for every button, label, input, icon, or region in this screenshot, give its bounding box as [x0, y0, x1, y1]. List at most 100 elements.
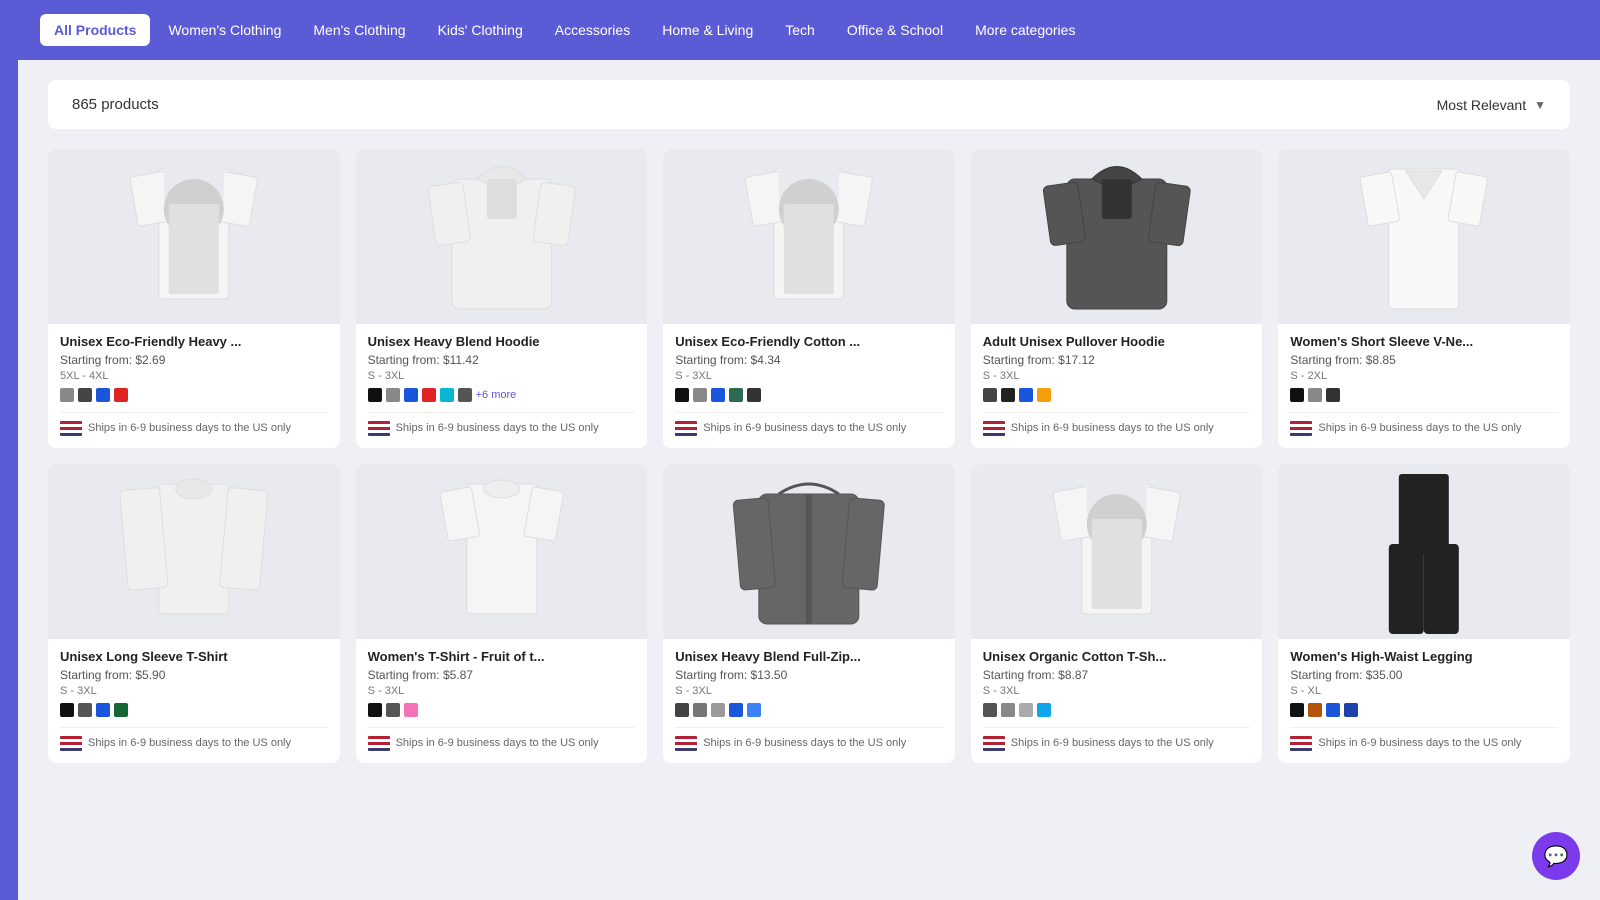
color-swatch[interactable] — [711, 703, 725, 717]
product-card[interactable]: Unisex Heavy Blend Full-Zip... Starting f… — [663, 464, 955, 763]
product-info: Women's High-Waist LeggingStarting from:… — [1278, 639, 1570, 763]
product-card[interactable]: Adult Unisex Pullover HoodieStarting fro… — [971, 149, 1263, 448]
shipping-info: Ships in 6-9 business days to the US onl… — [675, 727, 943, 751]
color-swatch[interactable] — [1326, 703, 1340, 717]
us-flag-icon — [368, 736, 390, 751]
color-swatch[interactable] — [422, 388, 436, 402]
nav-tab-8[interactable]: More categories — [961, 14, 1089, 46]
color-swatch[interactable] — [675, 703, 689, 717]
color-swatch[interactable] — [747, 388, 761, 402]
color-swatch[interactable] — [386, 703, 400, 717]
color-swatch[interactable] — [711, 388, 725, 402]
us-flag-icon — [1290, 421, 1312, 436]
shipping-text: Ships in 6-9 business days to the US onl… — [1318, 736, 1521, 750]
color-swatch[interactable] — [1326, 388, 1340, 402]
color-swatch[interactable] — [78, 703, 92, 717]
color-swatch[interactable] — [458, 388, 472, 402]
sort-dropdown[interactable]: Most Relevant ▼ — [1437, 97, 1546, 113]
color-swatch[interactable] — [1019, 703, 1033, 717]
product-title: Unisex Heavy Blend Full-Zip... — [675, 649, 943, 664]
shipping-text: Ships in 6-9 business days to the US onl… — [1318, 421, 1521, 435]
color-swatch[interactable] — [114, 703, 128, 717]
color-swatch[interactable] — [404, 703, 418, 717]
color-swatches — [368, 703, 636, 717]
more-colors[interactable]: +6 more — [476, 389, 517, 401]
product-sizes: S - 3XL — [675, 685, 943, 697]
shipping-info: Ships in 6-9 business days to the US onl… — [368, 727, 636, 751]
product-image — [48, 149, 340, 324]
shipping-text: Ships in 6-9 business days to the US onl… — [703, 736, 906, 750]
us-flag-icon — [675, 736, 697, 751]
color-swatch[interactable] — [1308, 703, 1322, 717]
color-swatch[interactable] — [983, 388, 997, 402]
color-swatch[interactable] — [1290, 703, 1304, 717]
color-swatch[interactable] — [1019, 388, 1033, 402]
product-card[interactable]: Unisex Organic Cotton T-Sh...Starting fr… — [971, 464, 1263, 763]
color-swatches — [675, 388, 943, 402]
color-swatches: +6 more — [368, 388, 636, 402]
nav-tab-3[interactable]: Kids' Clothing — [424, 14, 537, 46]
product-price: Starting from: $8.85 — [1290, 353, 1558, 367]
color-swatches — [1290, 388, 1558, 402]
nav-tab-2[interactable]: Men's Clothing — [299, 14, 419, 46]
product-sizes: S - 3XL — [368, 370, 636, 382]
color-swatch[interactable] — [96, 703, 110, 717]
product-card[interactable]: Unisex Eco-Friendly Heavy ... Starting fr… — [48, 149, 340, 448]
color-swatch[interactable] — [60, 388, 74, 402]
product-image — [1278, 149, 1570, 324]
color-swatches — [60, 703, 328, 717]
color-swatch[interactable] — [675, 388, 689, 402]
product-card[interactable]: Unisex Eco-Friendly Cotton ...Starting f… — [663, 149, 955, 448]
shipping-text: Ships in 6-9 business days to the US onl… — [396, 421, 599, 435]
product-title: Unisex Heavy Blend Hoodie — [368, 334, 636, 349]
product-sizes: S - 3XL — [368, 685, 636, 697]
color-swatch[interactable] — [693, 388, 707, 402]
nav-tab-6[interactable]: Tech — [771, 14, 829, 46]
nav-tab-1[interactable]: Women's Clothing — [154, 14, 295, 46]
product-title: Unisex Eco-Friendly Heavy ... — [60, 334, 328, 349]
color-swatch[interactable] — [1290, 388, 1304, 402]
color-swatch[interactable] — [747, 703, 761, 717]
nav-tab-0[interactable]: All Products — [40, 14, 150, 46]
color-swatch[interactable] — [1037, 388, 1051, 402]
shipping-info: Ships in 6-9 business days to the US onl… — [675, 412, 943, 436]
color-swatch[interactable] — [1001, 703, 1015, 717]
chat-button[interactable]: 💬 — [1532, 832, 1580, 880]
product-card[interactable]: Women's High-Waist LeggingStarting from:… — [1278, 464, 1570, 763]
color-swatch[interactable] — [368, 703, 382, 717]
product-price: Starting from: $13.50 — [675, 668, 943, 682]
shipping-info: Ships in 6-9 business days to the US onl… — [60, 727, 328, 751]
nav-tab-4[interactable]: Accessories — [541, 14, 644, 46]
color-swatch[interactable] — [729, 388, 743, 402]
color-swatch[interactable] — [386, 388, 400, 402]
us-flag-icon — [983, 736, 1005, 751]
shipping-info: Ships in 6-9 business days to the US onl… — [983, 412, 1251, 436]
nav-tab-7[interactable]: Office & School — [833, 14, 957, 46]
color-swatch[interactable] — [1308, 388, 1322, 402]
us-flag-icon — [60, 736, 82, 751]
color-swatch[interactable] — [983, 703, 997, 717]
product-image — [971, 464, 1263, 639]
nav-tab-5[interactable]: Home & Living — [648, 14, 767, 46]
color-swatch[interactable] — [114, 388, 128, 402]
product-image — [356, 464, 648, 639]
product-card[interactable]: Unisex Heavy Blend HoodieStarting from: … — [356, 149, 648, 448]
color-swatch[interactable] — [1344, 703, 1358, 717]
color-swatch[interactable] — [404, 388, 418, 402]
color-swatch[interactable] — [693, 703, 707, 717]
product-card[interactable]: Women's T-Shirt - Fruit of t...Starting … — [356, 464, 648, 763]
product-card[interactable]: Women's Short Sleeve V-Ne...Starting fro… — [1278, 149, 1570, 448]
color-swatch[interactable] — [78, 388, 92, 402]
color-swatch[interactable] — [440, 388, 454, 402]
color-swatch[interactable] — [1037, 703, 1051, 717]
product-price: Starting from: $2.69 — [60, 353, 328, 367]
product-info: Unisex Organic Cotton T-Sh...Starting fr… — [971, 639, 1263, 763]
color-swatch[interactable] — [60, 703, 74, 717]
color-swatch[interactable] — [368, 388, 382, 402]
product-card[interactable]: Unisex Long Sleeve T-ShirtStarting from:… — [48, 464, 340, 763]
color-swatch[interactable] — [729, 703, 743, 717]
color-swatch[interactable] — [1001, 388, 1015, 402]
color-swatch[interactable] — [96, 388, 110, 402]
product-price: Starting from: $4.34 — [675, 353, 943, 367]
product-title: Women's T-Shirt - Fruit of t... — [368, 649, 636, 664]
